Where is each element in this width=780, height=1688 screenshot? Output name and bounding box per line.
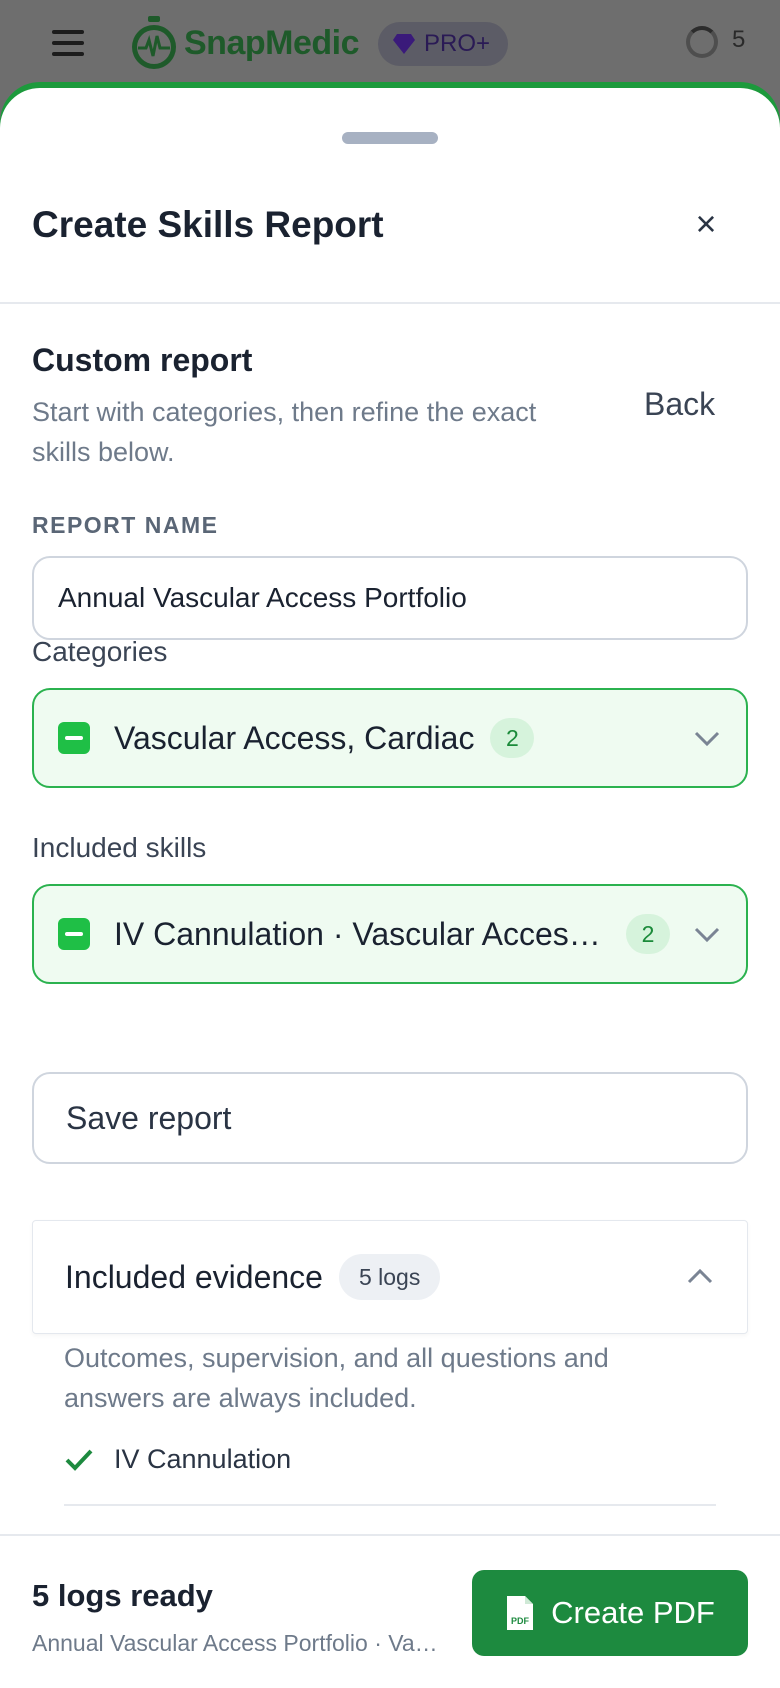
chevron-down-icon bbox=[694, 731, 720, 747]
create-pdf-button[interactable]: PDF Create PDF bbox=[472, 1570, 748, 1656]
skills-count-badge: 2 bbox=[626, 914, 670, 954]
chevron-down-icon bbox=[694, 927, 720, 943]
skills-value: IV Cannulation · Vascular Access, ECG bbox=[114, 915, 610, 952]
logs-count-badge: 5 logs bbox=[338, 1254, 441, 1300]
report-name-label: REPORT NAME bbox=[32, 512, 219, 538]
section-title: Custom report bbox=[32, 342, 253, 378]
ready-subtitle: Annual Vascular Access Portfolio · Vascu… bbox=[32, 1630, 442, 1656]
ready-title: 5 logs ready bbox=[32, 1578, 213, 1613]
diamond-icon bbox=[393, 34, 415, 54]
header-divider bbox=[0, 302, 780, 304]
save-report-button[interactable]: Save report bbox=[32, 1072, 748, 1164]
categories-value: Vascular Access, Cardiac bbox=[114, 719, 475, 756]
skills-select[interactable]: IV Cannulation · Vascular Access, ECG 2 bbox=[32, 884, 748, 984]
check-icon bbox=[65, 1449, 93, 1471]
footer-bar: 5 logs ready Annual Vascular Access Port… bbox=[0, 1534, 780, 1688]
stopwatch-heart-icon bbox=[132, 16, 176, 69]
evidence-note: Outcomes, supervision, and all questions… bbox=[64, 1343, 609, 1413]
categories-label: Categories bbox=[32, 636, 168, 667]
item-divider bbox=[64, 1504, 716, 1506]
sheet-grabber[interactable] bbox=[342, 132, 438, 144]
chevron-up-icon bbox=[687, 1268, 713, 1284]
brand-name: SnapMedic bbox=[184, 23, 359, 62]
partial-checkbox-icon[interactable] bbox=[58, 918, 90, 950]
sheet-title: Create Skills Report bbox=[32, 204, 384, 245]
evidence-item: IV Cannulation bbox=[64, 1444, 291, 1475]
app-bar: SnapMedic PRO+ 5 bbox=[0, 0, 780, 100]
included-evidence-card: Included evidence 5 logs Outcomes, super… bbox=[32, 1220, 748, 1520]
create-pdf-label: Create PDF bbox=[551, 1595, 715, 1630]
skills-label: Included skills bbox=[32, 832, 207, 863]
back-button[interactable]: Back bbox=[644, 386, 715, 423]
sync-count: 5 bbox=[732, 26, 746, 53]
pro-badge[interactable]: PRO+ bbox=[378, 22, 509, 66]
pdf-file-icon: PDF bbox=[507, 1596, 534, 1630]
categories-select[interactable]: Vascular Access, Cardiac 2 bbox=[32, 688, 748, 788]
categories-count-badge: 2 bbox=[490, 718, 535, 758]
evidence-item-label: IV Cannulation bbox=[114, 1444, 292, 1474]
svg-text:PDF: PDF bbox=[511, 1616, 530, 1626]
brand-logo: SnapMedic bbox=[128, 14, 359, 72]
evidence-header[interactable]: Included evidence 5 logs bbox=[32, 1220, 748, 1334]
close-button[interactable]: × bbox=[686, 204, 726, 244]
report-name-input[interactable] bbox=[32, 556, 748, 640]
section-description: Start with categories, then refine the e… bbox=[32, 397, 537, 467]
evidence-title: Included evidence bbox=[65, 1258, 323, 1295]
sync-spinner-icon bbox=[686, 26, 718, 58]
create-report-sheet: Create Skills Report × Custom report Sta… bbox=[0, 88, 780, 1688]
partial-checkbox-icon[interactable] bbox=[58, 722, 90, 754]
menu-icon[interactable] bbox=[52, 30, 84, 56]
pro-badge-label: PRO+ bbox=[424, 30, 491, 57]
